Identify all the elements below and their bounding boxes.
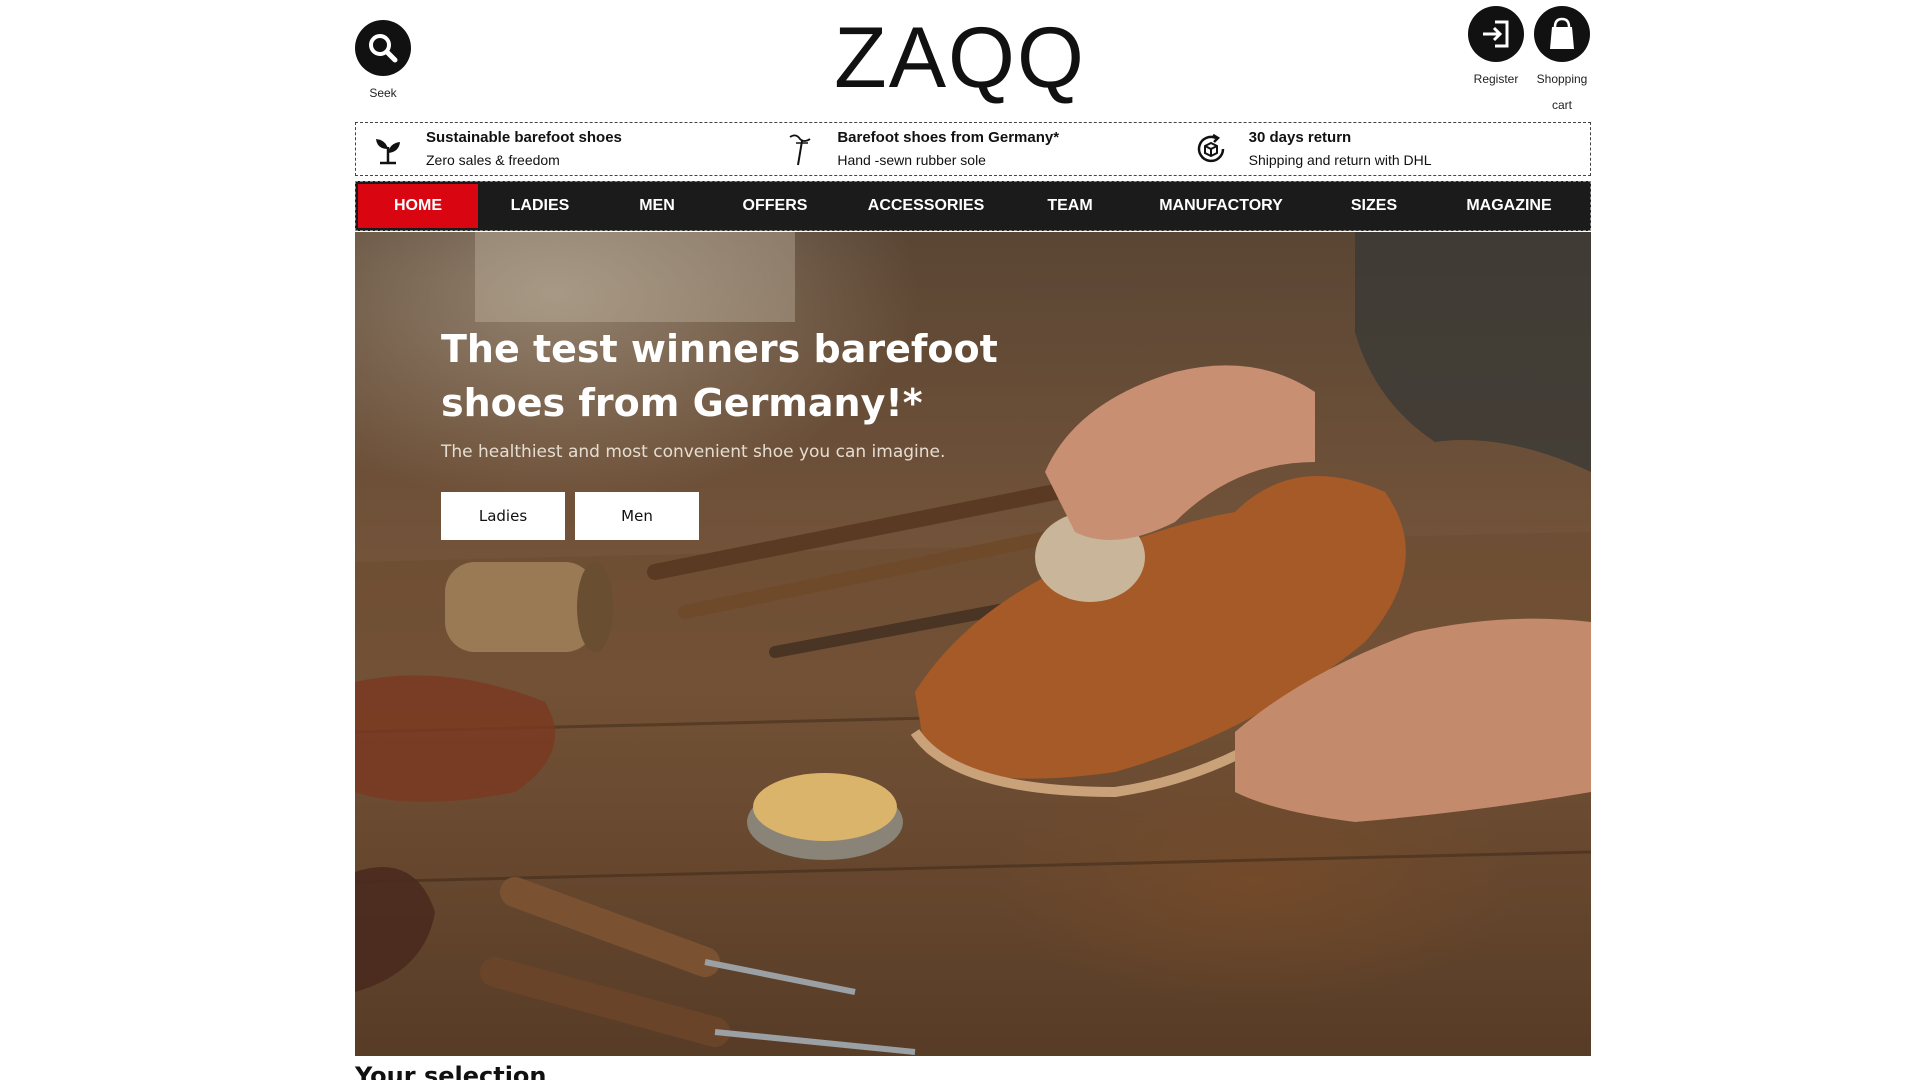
usp-item-return: 30 days return Shipping and return with … [1179, 123, 1590, 175]
nav-item-offers[interactable]: OFFERS [712, 184, 838, 228]
nav-item-home[interactable]: HOME [358, 184, 478, 228]
usp-subtitle: Zero sales & freedom [426, 152, 560, 168]
section-title: Your selection [355, 1062, 547, 1080]
usp-bar: Sustainable barefoot shoes Zero sales & … [355, 122, 1591, 176]
search-icon[interactable] [355, 20, 411, 76]
nav-item-magazine[interactable]: MAGAZINE [1432, 184, 1586, 228]
usp-item-sustainable: Sustainable barefoot shoes Zero sales & … [356, 123, 767, 175]
return-box-icon [1191, 129, 1231, 169]
login-icon[interactable] [1468, 6, 1524, 62]
hero-title: The test winners barefoot shoes from Ger… [441, 327, 998, 425]
nav-item-team[interactable]: TEAM [1014, 184, 1126, 228]
search-button[interactable]: Seek [355, 20, 411, 106]
usp-item-germany: Barefoot shoes from Germany* Hand -sewn … [767, 123, 1178, 175]
usp-title: Sustainable barefoot shoes [426, 129, 622, 146]
usp-title: Barefoot shoes from Germany* [837, 129, 1060, 146]
needle-icon [779, 129, 819, 169]
men-button[interactable]: Men [575, 492, 699, 540]
ladies-button[interactable]: Ladies [441, 492, 565, 540]
logo[interactable]: ZAQQ [825, 15, 1095, 101]
page: Seek ZAQQ Register Shopping cart Sustain… [355, 0, 1591, 1080]
nav-item-accessories[interactable]: ACCESSORIES [838, 184, 1014, 228]
usp-title: 30 days return [1248, 129, 1352, 146]
register-button[interactable]: Register [1467, 6, 1525, 92]
shopping-cart-button[interactable]: Shopping cart [1531, 6, 1593, 118]
logo-text[interactable]: ZAQQ [825, 15, 1095, 101]
usp-subtitle: Shipping and return with DHL [1248, 152, 1432, 168]
nav-item-manufactory[interactable]: MANUFACTORY [1126, 184, 1316, 228]
main-nav: HOME LADIES MEN OFFERS ACCESSORIES TEAM … [355, 181, 1591, 231]
leaf-icon [368, 129, 408, 169]
nav-item-sizes[interactable]: SIZES [1316, 184, 1432, 228]
nav-item-ladies[interactable]: LADIES [478, 184, 602, 228]
search-label: Seek [369, 86, 397, 100]
cart-label: Shopping cart [1536, 72, 1588, 112]
site-header: Seek ZAQQ Register Shopping cart [355, 0, 1591, 118]
hero-subtitle: The healthiest and most convenient shoe … [441, 442, 946, 462]
shopping-bag-icon[interactable] [1534, 6, 1590, 62]
register-label: Register [1473, 72, 1519, 86]
nav-item-men[interactable]: MEN [602, 184, 712, 228]
usp-subtitle: Hand -sewn rubber sole [837, 152, 986, 168]
hero-banner: The test winners barefoot shoes from Ger… [355, 232, 1591, 1056]
